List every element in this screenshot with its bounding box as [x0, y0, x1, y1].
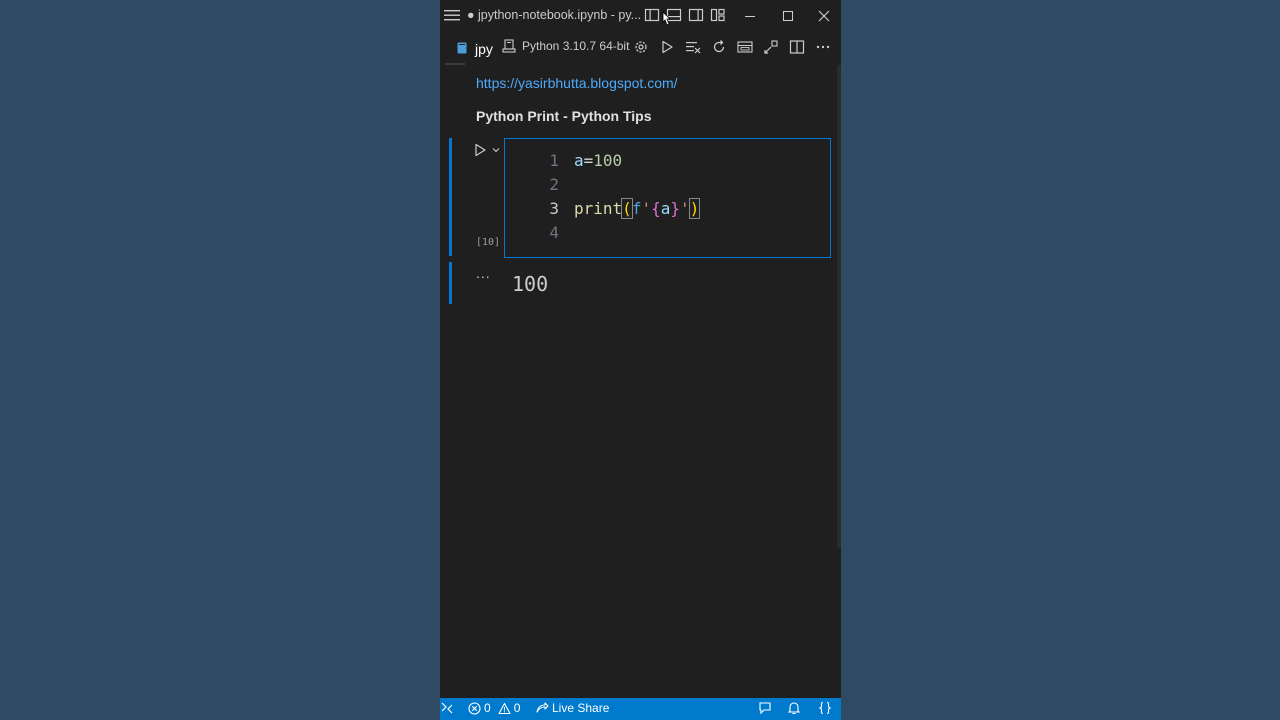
minimize-button[interactable]	[731, 0, 769, 31]
live-share-icon	[536, 702, 549, 713]
run-all-icon[interactable]	[659, 39, 675, 55]
notebook-file-icon	[457, 42, 467, 54]
token-quote: '	[641, 199, 652, 218]
mouse-cursor-icon	[662, 11, 671, 26]
line-number: 1	[549, 151, 559, 170]
token-paren-close: )	[688, 198, 701, 219]
toggle-secondary-sidebar-icon[interactable]	[688, 7, 704, 23]
gear-icon[interactable]	[633, 39, 649, 55]
remote-icon	[441, 702, 453, 714]
live-share-button[interactable]: Live Share	[535, 701, 609, 715]
output-more-actions[interactable]: ...	[476, 265, 491, 281]
token-number: 100	[593, 151, 623, 170]
live-share-label: Live Share	[552, 701, 610, 715]
feedback-icon	[759, 702, 771, 715]
window-title: ● jpython-notebook.ipynb - py...	[467, 8, 642, 22]
bell-icon	[787, 702, 801, 715]
error-icon	[468, 701, 481, 715]
warning-count: 0	[513, 701, 521, 715]
restart-icon[interactable]	[711, 39, 727, 55]
token-function: print	[574, 199, 623, 218]
error-count: 0	[484, 701, 491, 715]
token-brace-close: }	[670, 199, 681, 218]
output-focus-indicator	[449, 262, 452, 304]
code-cell-editor[interactable]: 1 a=100 2 3 print(f'{a}') 4	[504, 138, 831, 258]
markdown-link[interactable]: https://yasirbhutta.blogspot.com/	[476, 75, 678, 91]
line-number: 4	[549, 223, 559, 242]
tab-notebook[interactable]: jpy	[445, 31, 497, 67]
problems-indicator[interactable]: 0 0	[468, 701, 520, 715]
customize-layout-icon[interactable]	[710, 7, 726, 23]
more-actions-icon[interactable]	[815, 39, 831, 55]
execution-count: [10]	[476, 237, 501, 248]
braces-icon	[818, 701, 832, 715]
split-editor-icon[interactable]	[789, 39, 805, 55]
status-bar: 0 0 Live Share	[440, 698, 841, 720]
clear-outputs-icon[interactable]	[685, 39, 701, 55]
notebook-toolbar: jpy Python 3.10.7 64-bit	[440, 31, 841, 67]
code-line: 2	[505, 175, 830, 199]
close-button[interactable]	[807, 0, 841, 31]
toggle-primary-sidebar-icon[interactable]	[644, 7, 660, 23]
line-number: 3	[549, 199, 559, 218]
token-paren-open: (	[621, 198, 633, 219]
code-line: 4	[505, 223, 830, 247]
editor-scrollbar[interactable]	[837, 65, 841, 548]
line-number: 2	[549, 175, 559, 194]
cell-output: 100	[512, 272, 549, 296]
token-operator: =	[583, 151, 594, 170]
token-fstring-prefix: f	[631, 199, 642, 218]
kernel-picker[interactable]: Python 3.10.7 64-bit	[502, 39, 629, 53]
hamburger-menu-icon[interactable]	[443, 6, 461, 24]
minimize-icon	[745, 15, 755, 17]
notifications-button[interactable]	[787, 701, 801, 715]
maximize-icon	[783, 10, 793, 21]
variables-icon[interactable]	[737, 39, 753, 55]
markdown-heading: Python Print - Python Tips	[476, 108, 652, 124]
token-quote: '	[680, 199, 690, 218]
kernel-icon	[502, 39, 516, 53]
tab-label: jpy	[475, 41, 493, 57]
chevron-down-icon[interactable]	[491, 145, 501, 155]
run-cell-icon[interactable]	[473, 143, 487, 157]
kernel-label: Python 3.10.7 64-bit	[522, 39, 630, 53]
code-line: 3 print(f'{a}')	[505, 198, 830, 223]
maximize-button[interactable]	[769, 0, 807, 31]
token-brace-open: {	[651, 199, 661, 218]
warning-icon	[498, 702, 511, 714]
close-icon	[818, 10, 830, 21]
feedback-button[interactable]	[758, 701, 772, 715]
notebook-editor: https://yasirbhutta.blogspot.com/ Python…	[440, 65, 841, 698]
code-line: 1 a=100	[505, 151, 830, 175]
token-variable: a	[660, 199, 671, 218]
token-variable: a	[574, 151, 584, 170]
outline-icon[interactable]	[763, 39, 779, 55]
cell-focus-indicator	[449, 138, 452, 256]
remote-indicator[interactable]	[440, 701, 454, 715]
json-status-button[interactable]	[818, 701, 832, 715]
vscode-window: ● jpython-notebook.ipynb - py... jpy Pyt…	[440, 0, 841, 720]
title-bar: ● jpython-notebook.ipynb - py...	[440, 0, 841, 31]
